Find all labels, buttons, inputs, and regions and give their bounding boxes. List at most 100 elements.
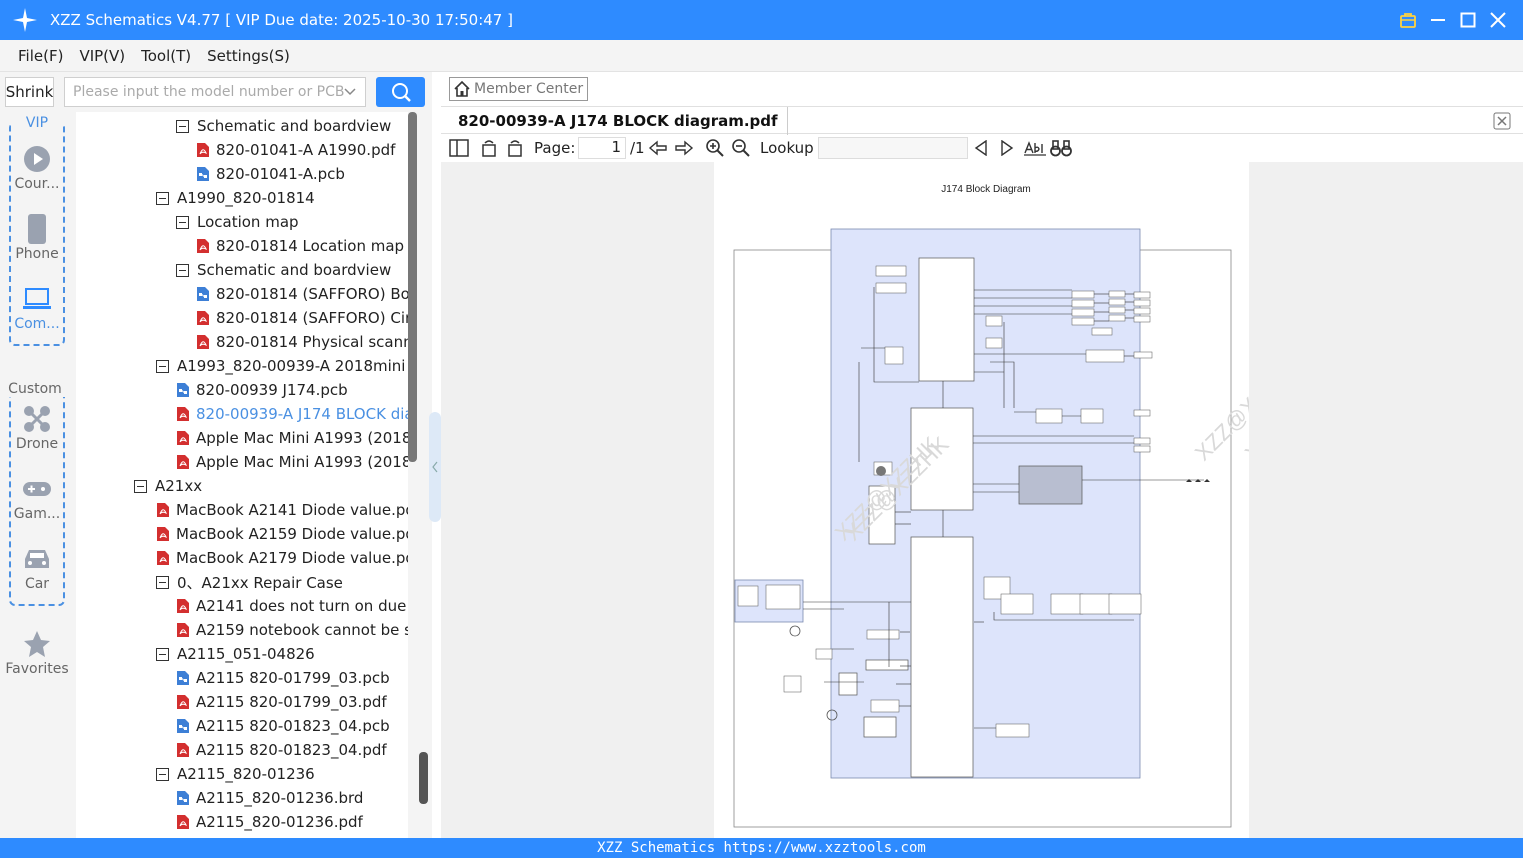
tree-folder[interactable]: A1993_820-00939-A 2018mini (156, 354, 405, 378)
tree-folder[interactable]: Schematic and boardview (176, 114, 391, 138)
member-center-button[interactable]: Member Center (449, 77, 588, 101)
tree-folder[interactable]: A2115_051-04826 (156, 642, 315, 666)
tree-item-label: MacBook A2141 Diode value.pdf (176, 501, 408, 519)
tree-file[interactable]: A2115 820-01823_04.pcb (176, 714, 390, 738)
menu-settings[interactable]: Settings(S) (207, 47, 290, 65)
tree-scrollbar-thumb[interactable] (408, 112, 417, 462)
tree-file[interactable]: 820-01041-A A1990.pdf (196, 138, 395, 162)
rotate-left-icon[interactable] (479, 136, 499, 160)
tree-file[interactable]: 820-01814 (SAFFORO) Board (196, 282, 408, 306)
tree-file[interactable]: 820-01814 (SAFFORO) Circuit (196, 306, 408, 330)
close-tab-icon[interactable] (1493, 112, 1511, 130)
collapse-toggle-icon[interactable] (156, 191, 169, 205)
page-total: /1 (630, 139, 645, 157)
tree-file[interactable]: 820-01041-A.pcb (196, 162, 345, 186)
category-computer[interactable]: Com... (0, 282, 74, 332)
collapse-toggle-icon[interactable] (156, 767, 169, 781)
tree-file[interactable]: 820-00939 J174.pcb (176, 378, 348, 402)
tree-file[interactable]: A2159 notebook cannot be star (176, 618, 408, 642)
menu-vip[interactable]: VIP(V) (79, 47, 125, 65)
tree-file[interactable]: 820-01814 Physical scanning (196, 330, 408, 354)
tree-folder[interactable]: Location map (176, 210, 299, 234)
sidebar-toggle-icon[interactable] (449, 136, 469, 160)
tree-file[interactable]: A2115_820-01236.pdf (176, 810, 363, 834)
tree-file[interactable]: A2141 does not turn on due to (176, 594, 408, 618)
search-button[interactable] (376, 77, 425, 107)
collapse-toggle-icon[interactable] (176, 215, 189, 229)
tree-file[interactable]: 820-00939-A J174 BLOCK diagra (176, 402, 408, 426)
collapse-toggle-icon[interactable] (156, 575, 169, 589)
document-tab[interactable]: 820-00939-A J174 BLOCK diagram.pdf (449, 107, 788, 135)
diagram-component (985, 337, 1003, 349)
tree-file[interactable]: MacBook A2141 Diode value.pdf (156, 498, 408, 522)
prev-page-arrow-icon[interactable] (648, 136, 668, 160)
pdf-file-icon (156, 550, 170, 566)
tree-item-label: Location map (197, 213, 299, 231)
category-car[interactable]: Car (0, 542, 74, 592)
tree-file[interactable]: A2115_820-01236.brd (176, 786, 363, 810)
tree-folder[interactable]: Schematic and boardview (176, 258, 391, 282)
category-favorites[interactable]: Favorites (0, 627, 74, 677)
drone-icon (24, 406, 50, 432)
diagram-component (1133, 291, 1151, 299)
lookup-value[interactable] (818, 137, 968, 159)
binoculars-icon[interactable] (1050, 136, 1072, 160)
menu-file[interactable]: File(F) (18, 47, 63, 65)
diagram-component (1108, 314, 1126, 322)
close-button[interactable] (1483, 5, 1513, 35)
tree-file[interactable]: A2115 820-01799_03.pcb (176, 666, 390, 690)
tree-file[interactable]: A2115 820-01799_03.pdf (176, 690, 387, 714)
tree-folder[interactable]: A1990_820-01814 (156, 186, 315, 210)
rotate-right-icon[interactable] (505, 136, 525, 160)
lookup-input[interactable] (818, 136, 968, 160)
tree-scrollbar[interactable] (408, 112, 428, 838)
maximize-button[interactable] (1453, 5, 1483, 35)
tree-item-label: A2159 notebook cannot be star (196, 621, 408, 639)
page-number-input[interactable]: 1 (578, 136, 626, 160)
zoom-out-icon[interactable] (731, 136, 751, 160)
tree-item-label: A1990_820-01814 (177, 189, 315, 207)
vip-bag-icon[interactable] (1393, 5, 1423, 35)
category-drone[interactable]: Drone (0, 402, 74, 452)
collapse-toggle-icon[interactable] (156, 647, 169, 661)
diagram-component (1108, 593, 1142, 615)
panel-collapse-handle[interactable] (429, 412, 441, 522)
tree-file[interactable]: MacBook A2159 Diode value.pdf (156, 522, 408, 546)
next-page-arrow-icon[interactable] (674, 136, 694, 160)
diagram-component (1071, 299, 1095, 308)
find-next-icon[interactable] (999, 136, 1015, 160)
left-panel: Shrink Please input the model number or … (0, 72, 441, 838)
pdf-file-icon (156, 526, 170, 542)
model-search-input[interactable]: Please input the model number or PCB (64, 77, 366, 107)
diagram-component (985, 315, 1003, 327)
tree-folder[interactable]: A21xx (134, 474, 202, 498)
chevron-left-icon (432, 461, 438, 473)
chevron-down-icon[interactable] (343, 84, 357, 102)
tree-file[interactable]: Apple Mac Mini A1993 (2018) 8 (176, 450, 408, 474)
page-number-value[interactable]: 1 (578, 137, 626, 159)
collapse-toggle-icon[interactable] (176, 119, 189, 133)
pdf-viewer[interactable]: J174 Block Diagram XZZ@XZZHK XZZ@XZZHK XZZ@… (441, 162, 1523, 838)
category-course[interactable]: Cour... (0, 142, 74, 192)
zoom-in-icon[interactable] (705, 136, 725, 160)
diagram-component (1133, 437, 1151, 445)
tree-file[interactable]: MacBook A2179 Diode value.pdf (156, 546, 408, 570)
match-case-icon[interactable] (1024, 136, 1046, 160)
minimize-button[interactable] (1423, 5, 1453, 35)
find-prev-icon[interactable] (973, 136, 989, 160)
home-icon (450, 78, 474, 100)
tree-folder[interactable]: A2115_820-01236 (156, 762, 315, 786)
tree-item-label: A2141 does not turn on due to (196, 597, 408, 615)
category-game[interactable]: Gam... (0, 472, 74, 522)
collapse-toggle-icon[interactable] (176, 263, 189, 277)
tree-file[interactable]: 820-01814 Location map en. (196, 234, 408, 258)
collapse-toggle-icon[interactable] (156, 359, 169, 373)
category-phone[interactable]: Phone (0, 212, 74, 262)
menu-tool[interactable]: Tool(T) (141, 47, 191, 65)
collapse-toggle-icon[interactable] (134, 479, 147, 493)
tree-file[interactable]: A2115 820-01823_04.pdf (176, 738, 387, 762)
tree-folder[interactable]: 0、A21xx Repair Case (156, 570, 343, 594)
tree-scrollbar-thumb-secondary[interactable] (419, 752, 428, 804)
shrink-button[interactable]: Shrink (5, 77, 54, 107)
tree-file[interactable]: Apple Mac Mini A1993 (2018) 8 (176, 426, 408, 450)
